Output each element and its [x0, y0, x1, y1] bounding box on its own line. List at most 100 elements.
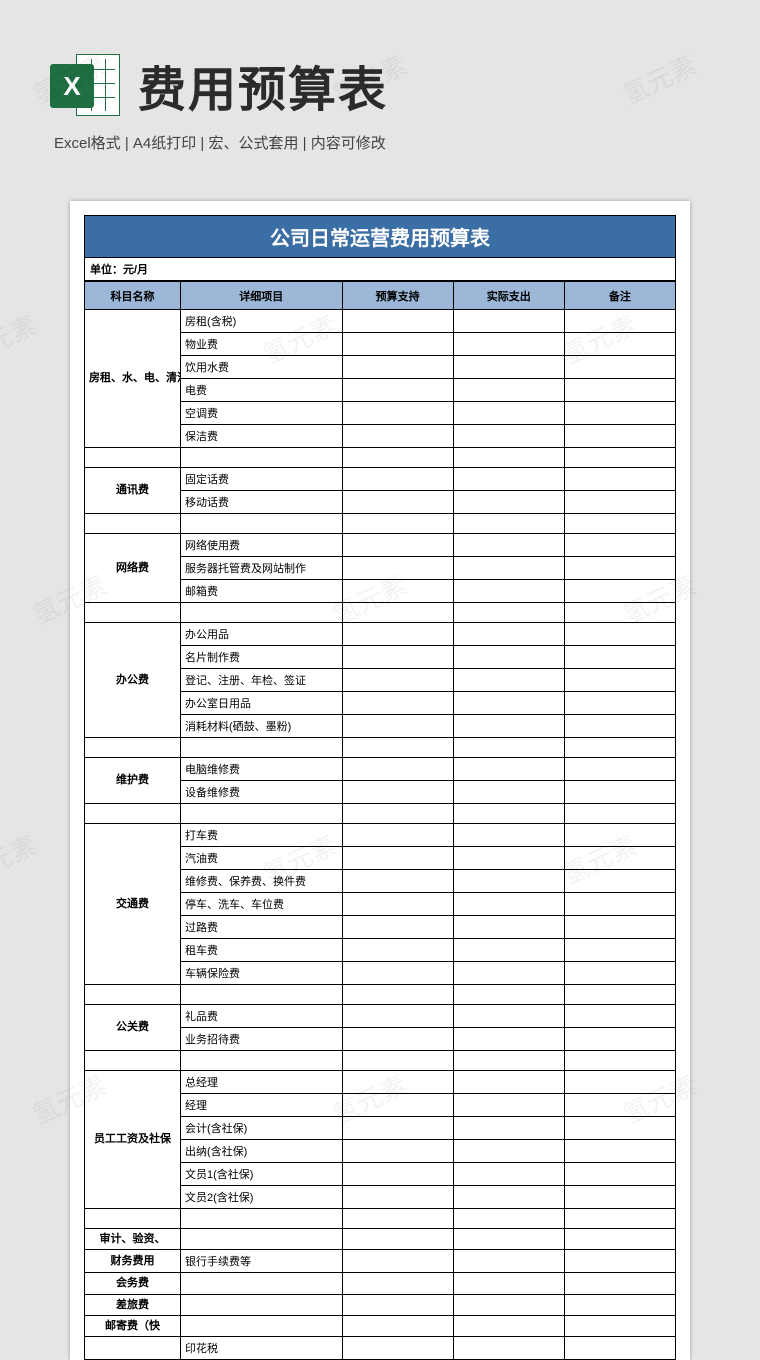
category-cell: 办公费 — [85, 623, 181, 738]
col-budget: 预算支持 — [342, 282, 453, 310]
value-cell — [342, 1071, 453, 1094]
value-cell — [453, 1250, 564, 1273]
value-cell — [564, 1094, 675, 1117]
value-cell — [564, 758, 675, 781]
value-cell — [564, 491, 675, 514]
value-cell — [453, 939, 564, 962]
value-cell — [453, 1315, 564, 1336]
value-cell — [453, 1229, 564, 1250]
value-cell — [564, 1315, 675, 1336]
value-cell — [342, 870, 453, 893]
value-cell — [453, 646, 564, 669]
value-cell — [342, 781, 453, 804]
col-actual: 实际支出 — [453, 282, 564, 310]
category-cell: 房租、水、电、清洁费 — [85, 310, 181, 448]
value-cell — [453, 1094, 564, 1117]
value-cell — [453, 781, 564, 804]
sheet-title: 公司日常运营费用预算表 — [84, 215, 676, 258]
table-row: 员工工资及社保总经理 — [85, 1071, 676, 1094]
value-cell — [342, 1294, 453, 1315]
value-cell — [342, 893, 453, 916]
item-cell: 打车费 — [180, 824, 342, 847]
table-row: 公关费礼品费 — [85, 1005, 676, 1028]
value-cell — [453, 402, 564, 425]
item-cell: 设备维修费 — [180, 781, 342, 804]
value-cell — [453, 310, 564, 333]
value-cell — [564, 557, 675, 580]
table-row: 办公费办公用品 — [85, 623, 676, 646]
table-row: 交通费打车费 — [85, 824, 676, 847]
value-cell — [564, 824, 675, 847]
value-cell — [564, 1163, 675, 1186]
value-cell — [453, 962, 564, 985]
item-cell: 文员1(含社保) — [180, 1163, 342, 1186]
value-cell — [564, 893, 675, 916]
value-cell — [342, 847, 453, 870]
spacer-row — [85, 738, 676, 758]
spacer-row — [85, 1051, 676, 1071]
value-cell — [453, 534, 564, 557]
value-cell — [453, 916, 564, 939]
item-cell: 文员2(含社保) — [180, 1186, 342, 1209]
value-cell — [453, 379, 564, 402]
value-cell — [342, 1186, 453, 1209]
value-cell — [564, 333, 675, 356]
item-cell: 消耗材料(硒鼓、墨粉) — [180, 715, 342, 738]
value-cell — [453, 425, 564, 448]
page-title: 费用预算表 — [138, 50, 388, 120]
category-cell: 通讯费 — [85, 468, 181, 514]
item-cell: 经理 — [180, 1094, 342, 1117]
value-cell — [342, 758, 453, 781]
value-cell — [564, 847, 675, 870]
value-cell — [342, 333, 453, 356]
item-cell: 固定话费 — [180, 468, 342, 491]
value-cell — [342, 1163, 453, 1186]
value-cell — [564, 646, 675, 669]
category-cell: 维护费 — [85, 758, 181, 804]
category-cell — [85, 1337, 181, 1360]
item-cell: 印花税 — [180, 1337, 342, 1360]
value-cell — [342, 669, 453, 692]
value-cell — [342, 692, 453, 715]
item-cell: 网络使用费 — [180, 534, 342, 557]
table-row: 差旅费 — [85, 1294, 676, 1315]
value-cell — [453, 491, 564, 514]
spacer-row — [85, 804, 676, 824]
value-cell — [453, 580, 564, 603]
excel-icon-letter: X — [50, 64, 94, 108]
value-cell — [453, 758, 564, 781]
value-cell — [453, 1294, 564, 1315]
table-row: 审计、验资、 — [85, 1229, 676, 1250]
value-cell — [453, 468, 564, 491]
item-cell: 过路费 — [180, 916, 342, 939]
value-cell — [564, 939, 675, 962]
value-cell — [342, 1117, 453, 1140]
item-cell — [180, 1294, 342, 1315]
item-cell: 出纳(含社保) — [180, 1140, 342, 1163]
value-cell — [453, 356, 564, 379]
value-cell — [342, 491, 453, 514]
watermark: 氢元素 — [0, 305, 42, 372]
value-cell — [342, 1140, 453, 1163]
item-cell: 名片制作费 — [180, 646, 342, 669]
value-cell — [453, 1028, 564, 1051]
value-cell — [453, 1163, 564, 1186]
value-cell — [453, 1005, 564, 1028]
value-cell — [453, 1186, 564, 1209]
value-cell — [564, 1273, 675, 1294]
value-cell — [342, 1315, 453, 1336]
value-cell — [564, 692, 675, 715]
item-cell: 保洁费 — [180, 425, 342, 448]
item-cell: 物业费 — [180, 333, 342, 356]
item-cell: 银行手续费等 — [180, 1250, 342, 1273]
value-cell — [342, 1229, 453, 1250]
value-cell — [453, 1337, 564, 1360]
item-cell: 业务招待费 — [180, 1028, 342, 1051]
value-cell — [564, 425, 675, 448]
item-cell: 移动话费 — [180, 491, 342, 514]
value-cell — [564, 356, 675, 379]
table-row: 维护费电脑维修费 — [85, 758, 676, 781]
item-cell: 总经理 — [180, 1071, 342, 1094]
value-cell — [342, 379, 453, 402]
value-cell — [564, 402, 675, 425]
